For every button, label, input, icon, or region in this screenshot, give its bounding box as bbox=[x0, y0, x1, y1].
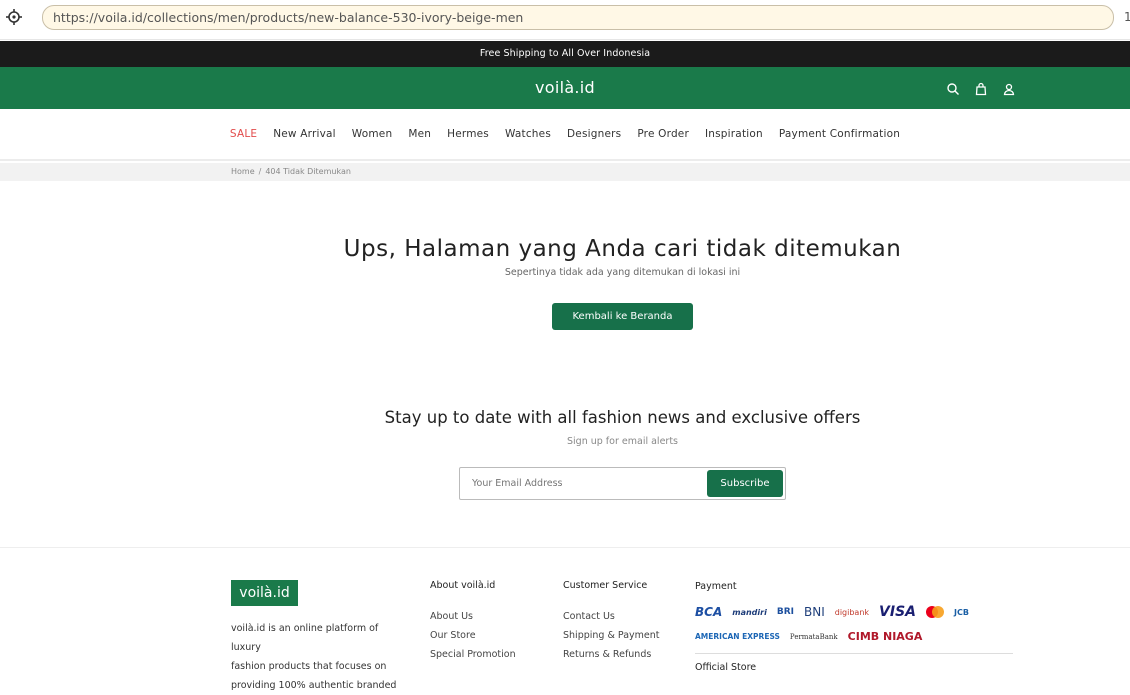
footer-logo[interactable]: voilà.id bbox=[231, 580, 298, 606]
breadcrumb-home[interactable]: Home bbox=[231, 167, 255, 176]
header-icons bbox=[946, 81, 1016, 96]
nav-item-women[interactable]: Women bbox=[352, 128, 393, 140]
footer-link-contact-us[interactable]: Contact Us bbox=[563, 611, 659, 622]
site-header: voilà.id bbox=[0, 67, 1130, 109]
user-icon[interactable] bbox=[1002, 81, 1016, 96]
browser-trail-text: 1 bbox=[1124, 10, 1130, 24]
nav-item-inspiration[interactable]: Inspiration bbox=[705, 128, 763, 140]
newsletter-title: Stay up to date with all fashion news an… bbox=[384, 408, 861, 427]
cimb-niaga-logo: CIMB NIAGA bbox=[847, 630, 923, 643]
error-title: Ups, Halaman yang Anda cari tidak ditemu… bbox=[343, 236, 902, 262]
mandiri-logo: mandiri bbox=[732, 607, 767, 617]
footer-link-about-us[interactable]: About Us bbox=[430, 611, 516, 622]
payment-divider bbox=[695, 653, 1013, 654]
cart-icon[interactable] bbox=[974, 81, 988, 96]
newsletter-subtitle: Sign up for email alerts bbox=[567, 436, 678, 447]
footer-link-returns-refunds[interactable]: Returns & Refunds bbox=[563, 649, 659, 660]
payment-logos-row-1: BCA mandiri BRI BNI digibank VISA JCB bbox=[695, 604, 969, 620]
crosshair-icon[interactable] bbox=[6, 9, 22, 25]
browser-toolbar: https://voila.id/collections/men/product… bbox=[0, 0, 1130, 40]
footer-col-about: About voilà.id About Us Our Store Specia… bbox=[430, 580, 516, 668]
footer-col-cs-title: Customer Service bbox=[563, 580, 648, 591]
footer-col-customer-service: Customer Service Contact Us Shipping & P… bbox=[563, 580, 659, 668]
nav-item-pre-order[interactable]: Pre Order bbox=[637, 128, 689, 140]
main-nav: SALE New Arrival Women Men Hermes Watche… bbox=[0, 109, 1130, 161]
address-bar[interactable]: https://voila.id/collections/men/product… bbox=[42, 5, 1114, 30]
newsletter-form: Subscribe bbox=[459, 467, 786, 500]
footer-about-text: voilà.id is an online platform of luxury… bbox=[231, 619, 411, 695]
breadcrumb-current: 404 Tidak Ditemukan bbox=[265, 167, 351, 176]
subscribe-button[interactable]: Subscribe bbox=[707, 470, 783, 497]
breadcrumb: Home/404 Tidak Ditemukan bbox=[231, 167, 351, 176]
bni-logo: BNI bbox=[803, 605, 825, 619]
footer-col-about-title: About voilà.id bbox=[430, 580, 496, 591]
back-home-button[interactable]: Kembali ke Beranda bbox=[552, 303, 693, 330]
payment-title: Payment bbox=[695, 581, 737, 592]
permatabank-logo: PermataBank bbox=[789, 632, 838, 641]
announcement-bar: Free Shipping to All Over Indonesia bbox=[0, 41, 1130, 67]
payment-logos-row-2: AMERICAN EXPRESS PermataBank CIMB NIAGA bbox=[695, 630, 922, 643]
bri-logo: BRI bbox=[776, 607, 794, 617]
official-store-title: Official Store bbox=[695, 662, 757, 673]
footer-link-our-store[interactable]: Our Store bbox=[430, 630, 516, 641]
error-subtitle: Sepertinya tidak ada yang ditemukan di l… bbox=[504, 267, 741, 278]
breadcrumb-bar: Home/404 Tidak Ditemukan bbox=[0, 163, 1130, 181]
nav-list: SALE New Arrival Women Men Hermes Watche… bbox=[0, 128, 1130, 140]
nav-item-designers[interactable]: Designers bbox=[567, 128, 621, 140]
bca-logo: BCA bbox=[695, 605, 723, 619]
amex-logo: AMERICAN EXPRESS bbox=[695, 631, 780, 641]
nav-item-hermes[interactable]: Hermes bbox=[447, 128, 489, 140]
nav-item-sale[interactable]: SALE bbox=[230, 128, 257, 140]
nav-item-watches[interactable]: Watches bbox=[505, 128, 551, 140]
digibank-logo: digibank bbox=[834, 607, 870, 617]
visa-logo: VISA bbox=[879, 604, 916, 620]
footer-about-line: voilà.id is an online platform of luxury bbox=[231, 623, 379, 653]
mastercard-logo bbox=[926, 606, 944, 618]
search-icon[interactable] bbox=[946, 81, 960, 95]
nav-item-payment-confirmation[interactable]: Payment Confirmation bbox=[779, 128, 900, 140]
email-input[interactable] bbox=[472, 478, 692, 489]
footer-divider bbox=[0, 547, 1130, 548]
footer-link-shipping-payment[interactable]: Shipping & Payment bbox=[563, 630, 659, 641]
footer-about-line: fashion products that focuses on bbox=[231, 661, 387, 672]
breadcrumb-separator: / bbox=[258, 167, 262, 176]
footer-link-special-promotion[interactable]: Special Promotion bbox=[430, 649, 516, 660]
nav-item-new-arrival[interactable]: New Arrival bbox=[273, 128, 336, 140]
jcb-logo: JCB bbox=[954, 607, 969, 617]
footer-about-line: providing 100% authentic branded bbox=[231, 680, 397, 691]
nav-item-men[interactable]: Men bbox=[408, 128, 431, 140]
